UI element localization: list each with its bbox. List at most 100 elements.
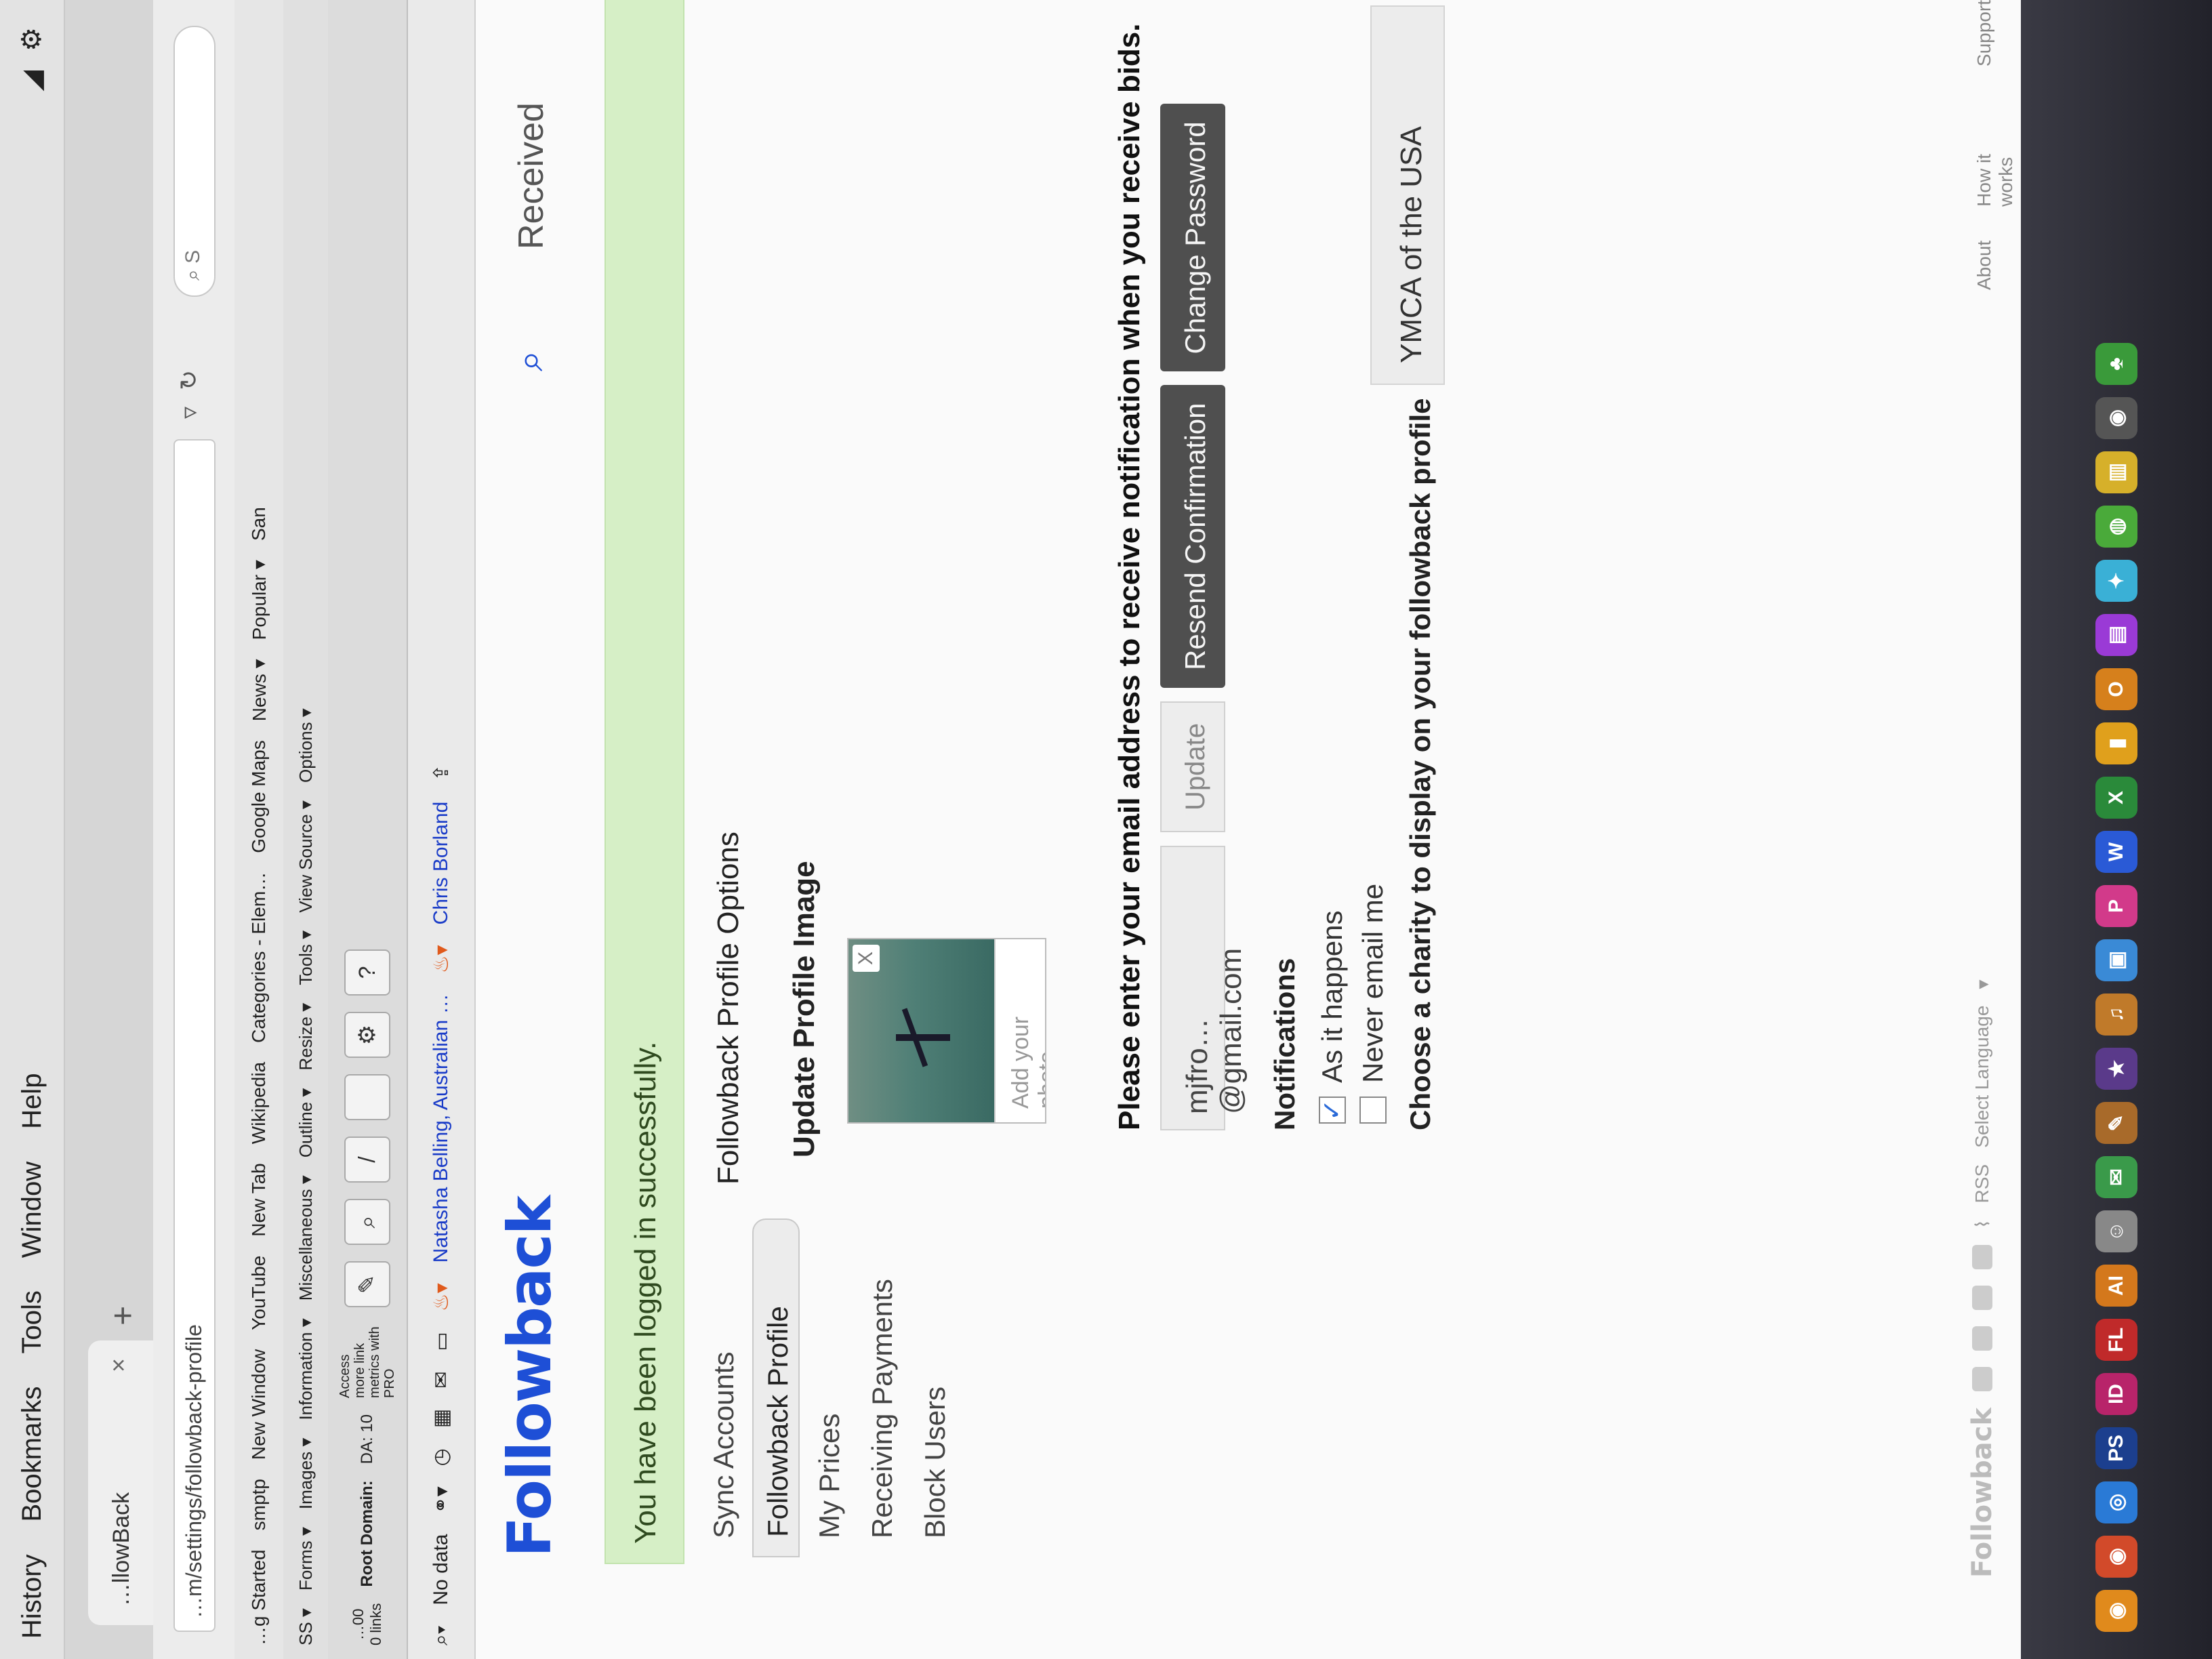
bookmark-san[interactable]: San — [248, 507, 270, 541]
dock-messages-icon[interactable]: ✉ — [2095, 1156, 2137, 1198]
sidebar-item-sync-accounts[interactable]: Sync Accounts — [699, 1218, 747, 1557]
reload-icon[interactable]: ↻ — [175, 370, 203, 390]
nav-received[interactable]: Received — [511, 102, 552, 249]
webdev-forms[interactable]: Forms ▾ — [295, 1527, 316, 1591]
search-input[interactable]: ⌕ S — [173, 26, 216, 297]
never-email-checkbox[interactable] — [1359, 1097, 1387, 1124]
seo-root-domain[interactable]: Root Domain: — [358, 1480, 377, 1586]
menu-help[interactable]: Help — [17, 1073, 47, 1129]
dock-excel-icon[interactable]: X — [2095, 777, 2137, 819]
address-bar[interactable]: …m/settings/followback-profile — [173, 439, 216, 1632]
blank-icon[interactable] — [344, 1073, 390, 1120]
webdev-tools[interactable]: Tools ▾ — [295, 930, 316, 985]
dock-preview-icon[interactable]: ▣ — [2095, 939, 2137, 981]
charity-select[interactable]: YMCA of the USA — [1370, 5, 1445, 385]
search-dropdown-icon[interactable]: ⌕▾ — [430, 1626, 453, 1645]
webdev-information[interactable]: Information ▾ — [295, 1318, 316, 1420]
option-as-it-happens[interactable]: ✓ As it happens — [1316, 910, 1349, 1124]
bookmark-youtube[interactable]: YouTube — [248, 1256, 270, 1330]
webdev-resize[interactable]: Resize ▾ — [295, 1003, 316, 1071]
site-search-icon[interactable]: ⌕ — [507, 350, 552, 371]
bookmark-popular[interactable]: Popular ▾ — [248, 560, 270, 640]
footer-link-how-it-works[interactable]: How it works — [1973, 100, 2017, 207]
dock-guitar-icon[interactable]: ♫ — [2095, 994, 2137, 1036]
link-icon[interactable]: ⚭▾ — [430, 1486, 453, 1513]
dock-plant-icon[interactable]: ♣ — [2095, 343, 2137, 385]
new-tab-icon[interactable]: + — [103, 1306, 142, 1326]
dock-outlook-icon[interactable]: O — [2095, 668, 2137, 710]
seo-pro-link[interactable]: Access more link metrics with PRO — [337, 1324, 397, 1398]
sidebar-item-receiving-payments[interactable]: Receiving Payments — [858, 1218, 905, 1557]
document-icon[interactable]: ▭ — [430, 1332, 453, 1351]
add-photo-button[interactable]: Add your photo — [994, 939, 1046, 1122]
news-link[interactable]: Natasha Belling, Australian … — [430, 994, 453, 1263]
share-icon[interactable]: ⇪ — [430, 764, 453, 781]
magnifier-icon[interactable]: ⌕ — [344, 1198, 390, 1245]
bookmark-wikipedia[interactable]: Wikipedia — [248, 1062, 270, 1144]
dock-safari-icon[interactable]: ◎ — [2095, 1481, 2137, 1523]
webdev-miscellaneous[interactable]: Miscellaneous ▾ — [295, 1175, 316, 1300]
menu-window[interactable]: Window — [17, 1162, 47, 1258]
sidebar-item-followback-profile[interactable]: Followback Profile — [752, 1218, 800, 1557]
fire-icon[interactable]: ♨▾ — [430, 945, 453, 973]
tab-followback[interactable]: …llowBack × — [88, 1340, 153, 1625]
bookmark-google-maps[interactable]: Google Maps — [248, 740, 270, 853]
webdev-options[interactable]: Options ▾ — [295, 708, 316, 783]
user-link[interactable]: Chris Borland — [430, 802, 453, 925]
dock-onenote-icon[interactable]: ▤ — [2095, 614, 2137, 656]
mail-icon[interactable]: ✉ — [430, 1372, 453, 1389]
webdev-view-source[interactable]: View Source ▾ — [295, 800, 316, 913]
settings-icon[interactable]: ⚙ — [344, 1011, 390, 1058]
bookmark-categories[interactable]: Categories - Elem… — [248, 872, 270, 1043]
dock-indesign-icon[interactable]: ID — [2095, 1373, 2137, 1415]
dock-chart-icon[interactable]: ▮ — [2095, 722, 2137, 764]
dock-star-icon[interactable]: ★ — [2095, 1048, 2137, 1090]
timer-icon[interactable]: ◷ — [430, 1448, 453, 1466]
change-password-button[interactable]: Change Password — [1160, 104, 1225, 372]
dock-finder-icon[interactable]: ☺ — [2095, 1210, 2137, 1252]
email-field[interactable]: mjfro…@gmail.com — [1160, 846, 1248, 1130]
bookmark-news[interactable]: News ▾ — [248, 659, 270, 721]
menu-tools[interactable]: Tools — [17, 1290, 47, 1353]
dock-camera-icon[interactable]: ◉ — [2095, 397, 2137, 439]
webdev-css[interactable]: SS ▾ — [295, 1608, 316, 1645]
footer-logo[interactable]: Followback — [1967, 1408, 1998, 1578]
facebook-share-icon[interactable] — [1972, 1367, 1992, 1392]
puzzle-icon[interactable]: ▦ — [430, 1409, 453, 1428]
photo-close-icon[interactable]: X — [853, 945, 880, 972]
help-icon[interactable]: ? — [344, 949, 390, 996]
rss-icon[interactable]: ⌇ — [1971, 1219, 1994, 1229]
no-data-indicator[interactable]: No data — [430, 1534, 453, 1605]
webdev-outline[interactable]: Outline ▾ — [295, 1088, 316, 1158]
bookmark-getting-started[interactable]: …g Started — [248, 1549, 270, 1645]
option-never-email[interactable]: Never email me — [1357, 884, 1389, 1124]
rss-link[interactable]: RSS — [1971, 1164, 1993, 1204]
webdev-images[interactable]: Images ▾ — [295, 1438, 316, 1510]
dock-photoshop-icon[interactable]: PS — [2095, 1427, 2137, 1469]
resend-confirmation-button[interactable]: Resend Confirmation — [1160, 385, 1225, 689]
linkedin-share-icon[interactable] — [1972, 1286, 1992, 1311]
dock-network-icon[interactable]: ✦ — [2095, 560, 2137, 602]
menu-history[interactable]: History — [17, 1555, 47, 1639]
dock-spotify-icon[interactable]: ◍ — [2095, 506, 2137, 548]
wifi-icon[interactable]: ◢ — [16, 70, 47, 91]
language-dropdown-icon[interactable]: ▾ — [1971, 980, 1994, 989]
pencil-icon[interactable]: / — [344, 1136, 390, 1183]
profile-photo[interactable]: X Add your photo — [847, 938, 1046, 1124]
select-language[interactable]: Select Language — [1971, 1006, 1993, 1148]
dock-archive-icon[interactable]: ▥ — [2095, 451, 2137, 493]
dock-flash-icon[interactable]: FL — [2095, 1319, 2137, 1361]
bookmark-new-tab[interactable]: New Tab — [248, 1163, 270, 1236]
footer-link-support[interactable]: Support — [1973, 0, 2017, 66]
bookmark-smptp[interactable]: smptp — [248, 1479, 270, 1530]
tab-close-icon[interactable]: × — [104, 1358, 133, 1372]
dock-app-icon[interactable]: ◉ — [2095, 1536, 2137, 1578]
sidebar-item-block-users[interactable]: Block Users — [911, 1218, 958, 1557]
dock-powerpoint-icon[interactable]: P — [2095, 885, 2137, 927]
dock-firefox-icon[interactable]: ◉ — [2095, 1590, 2137, 1632]
footer-link-about[interactable]: About — [1973, 241, 2017, 290]
wrench-icon[interactable]: ✎ — [344, 1261, 390, 1307]
bookmark-new-window[interactable]: New Window — [248, 1349, 270, 1460]
menu-bookmarks[interactable]: Bookmarks — [17, 1386, 47, 1521]
dock-notes-icon[interactable]: ✎ — [2095, 1102, 2137, 1144]
